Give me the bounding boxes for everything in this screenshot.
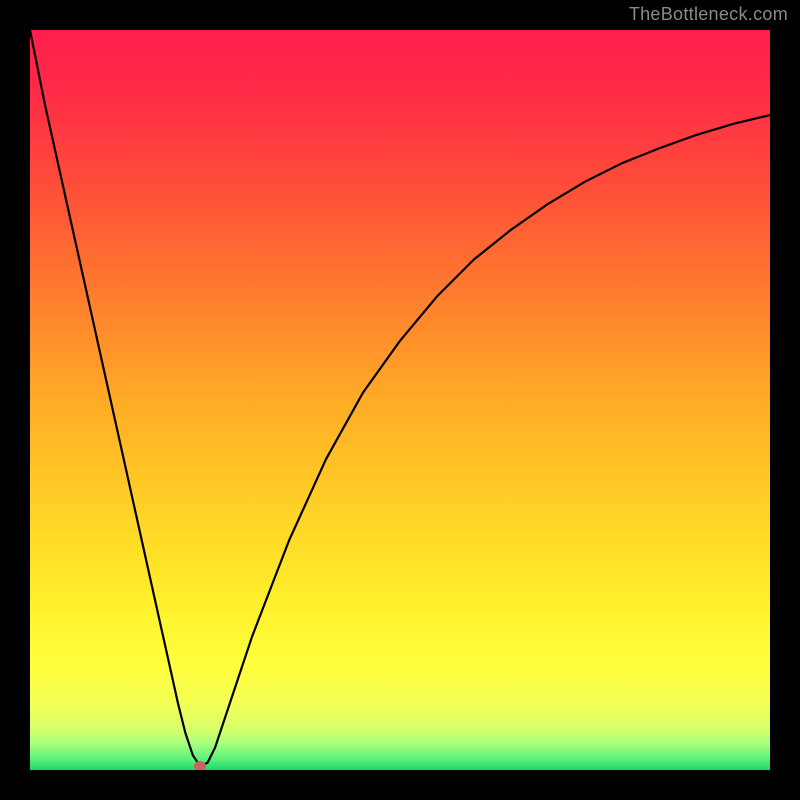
chart-frame: TheBottleneck.com xyxy=(0,0,800,800)
gradient-background xyxy=(30,30,770,770)
attribution-label: TheBottleneck.com xyxy=(629,4,788,25)
optimum-marker xyxy=(194,761,206,770)
plot-area xyxy=(30,30,770,770)
